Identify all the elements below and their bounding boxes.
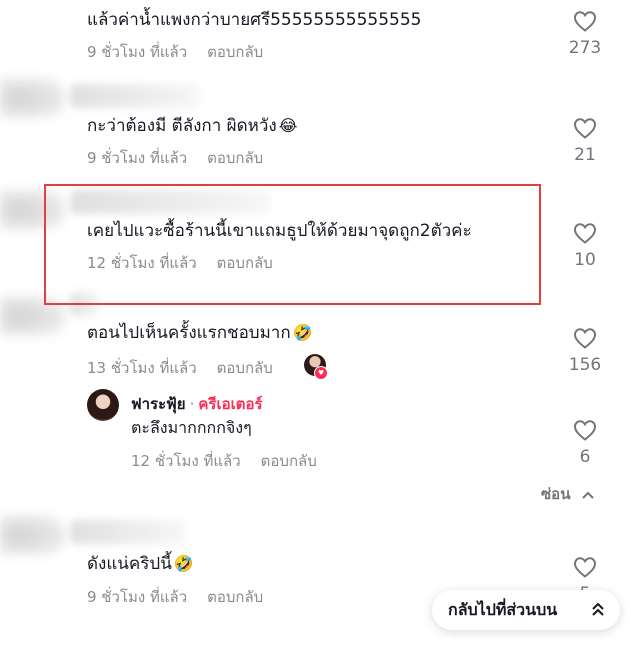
reply-button[interactable]: ตอบกลับ	[217, 254, 273, 272]
like-button[interactable]: 273	[560, 10, 610, 58]
like-count: 273	[568, 38, 602, 58]
comment-text-body: ตอนไปเห็นครั้งแรกชอบมาก	[87, 323, 291, 343]
laughing-emoji-icon: 😂	[278, 116, 298, 135]
comment-time: 9 ชั่วโมง ที่แล้ว	[87, 588, 188, 606]
reply-meta: 12 ชั่วโมง ที่แล้ว ตอบกลับ	[131, 449, 317, 473]
avatar[interactable]	[0, 78, 66, 118]
comment-text-body: ดังแน่คริปนี้	[87, 554, 172, 574]
avatar-column	[0, 0, 70, 632]
comment-meta: 9 ชั่วโมง ที่แล้ว ตอบกลับ	[87, 40, 263, 64]
reply-button[interactable]: ตอบกลับ	[207, 149, 263, 167]
username-redacted[interactable]	[70, 84, 200, 108]
like-button[interactable]: 21	[560, 117, 610, 165]
comment-meta: 12 ชั่วโมง ที่แล้ว ตอบกลับ	[87, 251, 273, 275]
like-count: 10	[574, 250, 596, 270]
double-chevron-up-icon	[592, 590, 604, 646]
heart-icon	[573, 420, 597, 441]
reply-text: ตะลึงมากกกกจิงๆ	[131, 418, 252, 437]
comment-time: 9 ชั่วโมง ที่แล้ว	[87, 149, 188, 167]
back-to-top-button[interactable]: กลับไปที่ส่วนบน	[432, 590, 620, 630]
heart-icon	[573, 223, 597, 244]
back-to-top-label: กลับไปที่ส่วนบน	[448, 600, 558, 619]
reply-button[interactable]: ตอบกลับ	[217, 359, 273, 377]
like-count: 156	[568, 355, 602, 375]
rofl-emoji-icon: 🤣	[292, 323, 313, 342]
collapse-replies-button[interactable]: ซ่อน	[541, 482, 594, 506]
comment-meta: 13 ชั่วโมง ที่แล้ว ตอบกลับ	[87, 356, 273, 380]
heart-icon	[573, 118, 597, 139]
heart-icon	[573, 11, 597, 32]
reply-author-name[interactable]: ฟาระฟุ้ย	[131, 395, 186, 413]
comment-text: ตอนไปเห็นครั้งแรกชอบมาก 🤣	[87, 321, 313, 345]
heart-badge-icon: ♥	[314, 366, 328, 380]
reply-button[interactable]: ตอบกลับ	[207, 43, 263, 61]
reply-button[interactable]: ตอบกลับ	[207, 588, 263, 606]
highlight-box	[44, 184, 541, 305]
comment-meta: 9 ชั่วโมง ที่แล้ว ตอบกลับ	[87, 585, 263, 609]
heart-icon	[573, 328, 597, 349]
like-button[interactable]: 6	[560, 419, 610, 467]
reply-button[interactable]: ตอบกลับ	[261, 452, 317, 470]
comment-text-body: กะว่าต้องมี ตีลังกา ผิดหวัง	[87, 116, 277, 136]
separator: ·	[189, 395, 195, 413]
comment-text: แล้วค่าน้ำแพงกว่าบายศรี55555555555555	[87, 10, 422, 30]
comment-meta: 9 ชั่วโมง ที่แล้ว ตอบกลับ	[87, 146, 263, 170]
like-count: 21	[574, 145, 596, 165]
comment-text: กะว่าต้องมี ตีลังกา ผิดหวัง 😂	[87, 114, 297, 138]
comment-text: เคยไปแวะซื้อร้านนี้เขาแถมธูปให้ด้วยมาจุด…	[87, 221, 472, 241]
like-button[interactable]: 156	[560, 327, 610, 375]
heart-icon	[573, 557, 597, 578]
chevron-up-icon	[581, 491, 594, 499]
creator-avatar[interactable]	[87, 389, 119, 421]
comment-time: 12 ชั่วโมง ที่แล้ว	[87, 254, 197, 272]
reply-time: 12 ชั่วโมง ที่แล้ว	[131, 452, 241, 470]
creator-badge: ครีเอเตอร์	[198, 395, 263, 413]
comment-text: ดังแน่คริปนี้ 🤣	[87, 552, 194, 576]
like-count: 6	[579, 447, 591, 467]
comment-time: 9 ชั่วโมง ที่แล้ว	[87, 43, 188, 61]
collapse-label: ซ่อน	[541, 485, 571, 503]
avatar[interactable]	[0, 515, 66, 555]
rofl-emoji-icon: 🤣	[173, 554, 194, 573]
username-redacted[interactable]	[70, 520, 185, 544]
like-button[interactable]: 10	[560, 222, 610, 270]
reply-author: ฟาระฟุ้ย · ครีเอเตอร์	[131, 392, 263, 416]
comment-time: 13 ชั่วโมง ที่แล้ว	[87, 359, 197, 377]
